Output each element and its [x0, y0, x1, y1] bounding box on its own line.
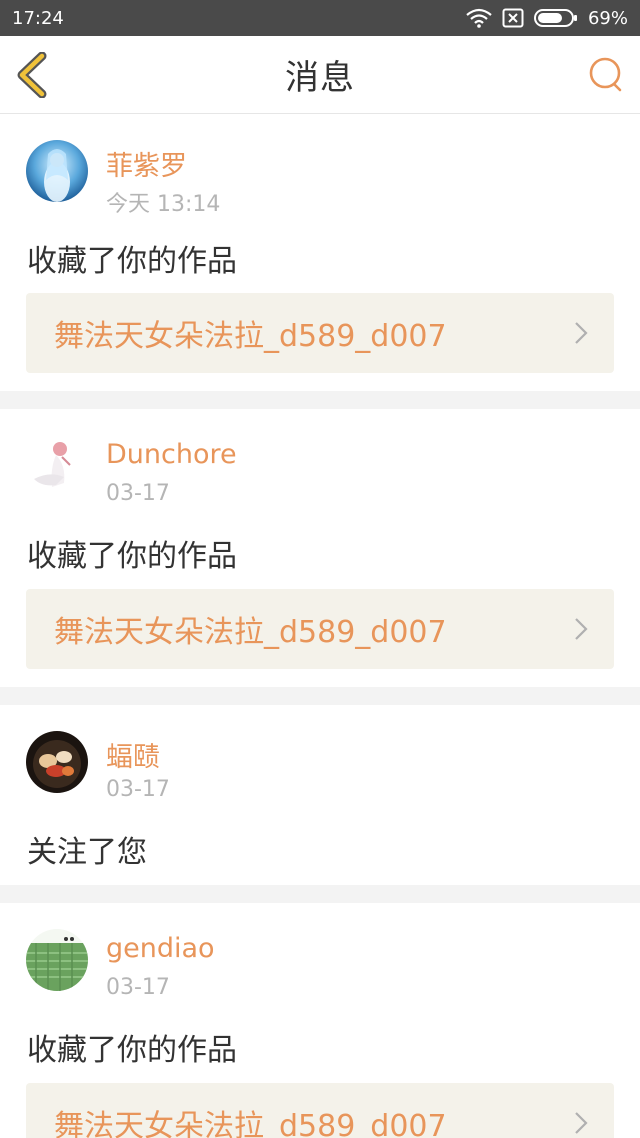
chevron-right-icon [575, 322, 588, 344]
avatar[interactable] [26, 435, 88, 497]
message-card: gendiao 03-17 收藏了你的作品 舞法天女朵法拉_d589_d007 [0, 903, 640, 1138]
message-card: 菲紫罗 今天 13:14 收藏了你的作品 舞法天女朵法拉_d589_d007 [0, 114, 640, 391]
wifi-icon [466, 8, 492, 28]
message-card: Dunchore 03-17 收藏了你的作品 舞法天女朵法拉_d589_d007 [0, 409, 640, 687]
battery-icon [533, 8, 578, 28]
action-text: 收藏了你的作品 [27, 244, 237, 279]
chevron-right-icon [575, 1112, 588, 1134]
work-title: 舞法天女朵法拉_d589_d007 [54, 319, 447, 354]
timestamp: 今天 13:14 [106, 192, 221, 217]
action-text: 关注了您 [27, 835, 147, 870]
status-bar: 17:24 69% [0, 0, 640, 36]
username[interactable]: gendiao [106, 933, 215, 964]
page-title: 消息 [285, 58, 355, 98]
avatar[interactable] [26, 140, 88, 202]
work-title: 舞法天女朵法拉_d589_d007 [54, 1109, 447, 1138]
work-link[interactable]: 舞法天女朵法拉_d589_d007 [26, 1083, 614, 1138]
work-link[interactable]: 舞法天女朵法拉_d589_d007 [26, 293, 614, 373]
battery-percent: 69% [587, 7, 628, 29]
timestamp: 03-17 [106, 481, 170, 506]
nav-bar: 消息 [0, 36, 640, 114]
back-arrow-icon [17, 51, 47, 99]
search-button[interactable] [586, 54, 626, 94]
message-card: 蝠赜 03-17 关注了您 [0, 705, 640, 885]
message-list: 菲紫罗 今天 13:14 收藏了你的作品 舞法天女朵法拉_d589_d007 D… [0, 114, 640, 1138]
action-text: 收藏了你的作品 [27, 1033, 237, 1068]
username[interactable]: Dunchore [106, 439, 237, 470]
work-link[interactable]: 舞法天女朵法拉_d589_d007 [26, 589, 614, 669]
timestamp: 03-17 [106, 777, 170, 802]
username[interactable]: 菲紫罗 [106, 144, 187, 183]
status-icons: 69% [466, 8, 628, 29]
avatar[interactable] [26, 731, 88, 793]
timestamp: 03-17 [106, 975, 170, 1000]
status-time: 17:24 [12, 7, 64, 29]
no-sim-icon [502, 8, 524, 28]
username[interactable]: 蝠赜 [106, 735, 160, 774]
avatar[interactable] [26, 929, 88, 991]
action-text: 收藏了你的作品 [27, 539, 237, 574]
work-title: 舞法天女朵法拉_d589_d007 [54, 615, 447, 650]
search-icon [589, 57, 622, 92]
back-button[interactable] [14, 51, 54, 99]
chevron-right-icon [575, 618, 588, 640]
